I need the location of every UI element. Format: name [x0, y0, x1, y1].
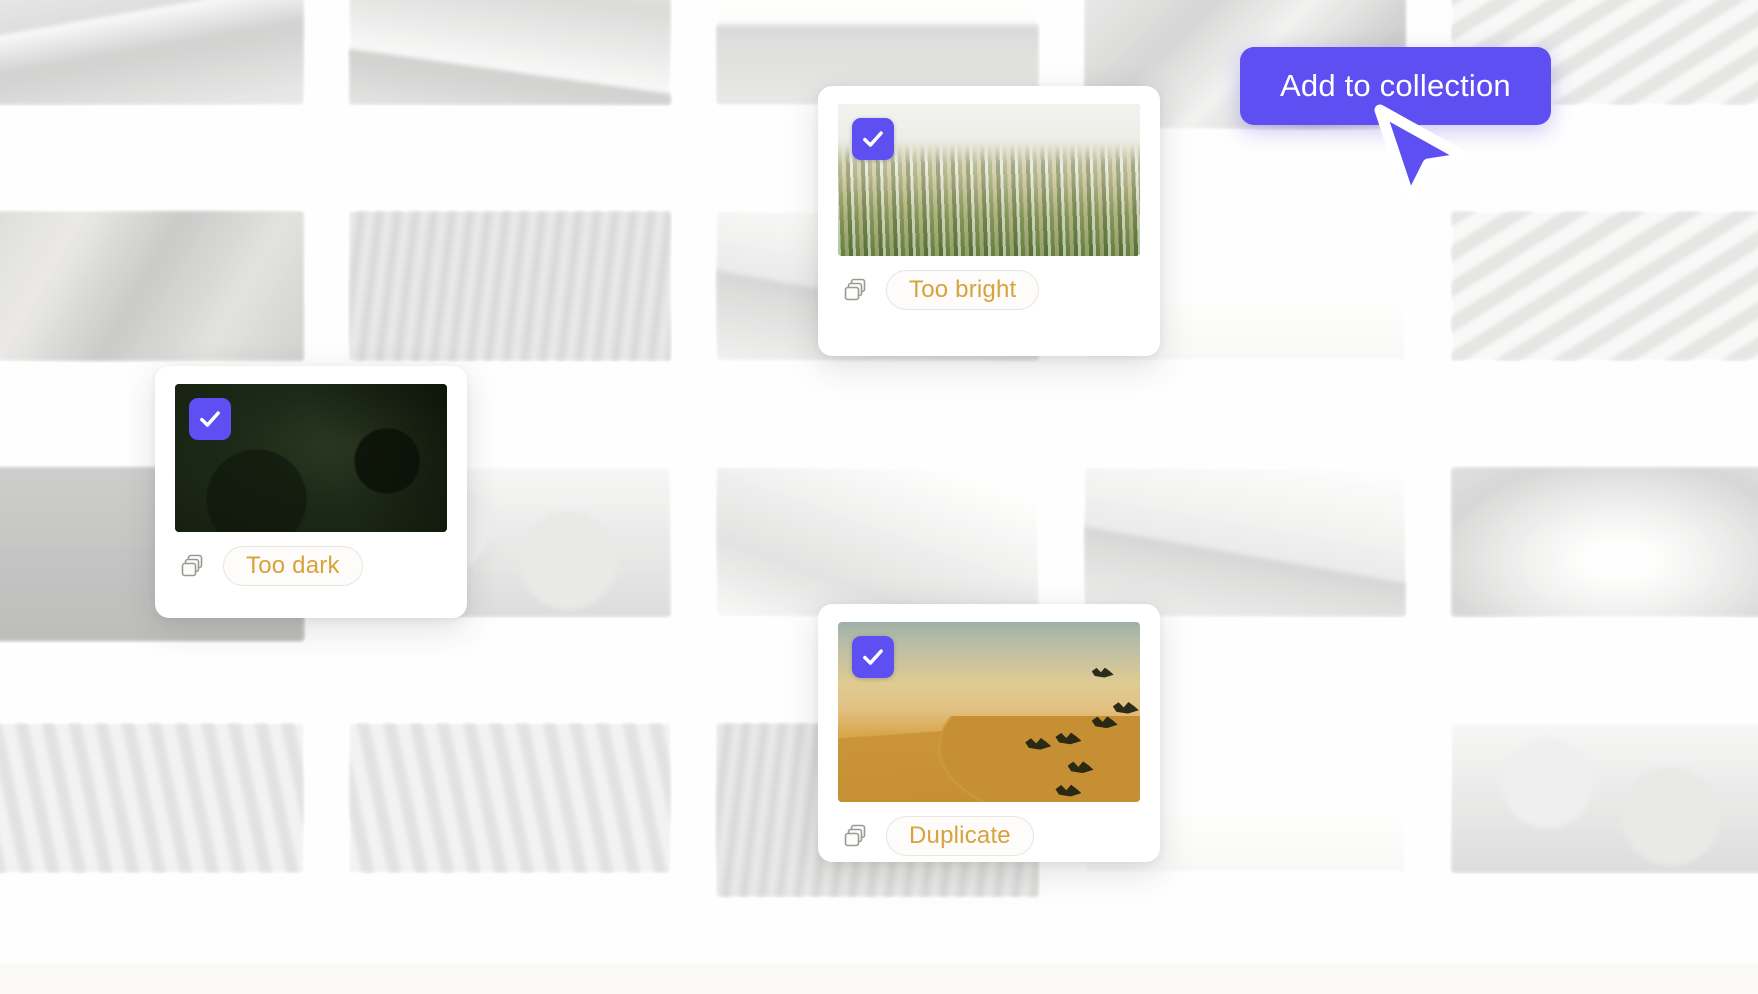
- bird-shape: [1055, 732, 1082, 745]
- stacked-layers-icon[interactable]: [844, 824, 870, 848]
- background-photo-cell[interactable]: [1430, 452, 1758, 708]
- bird-shape: [1091, 667, 1114, 678]
- stacked-layers-icon: [717, 389, 734, 406]
- checkmark-icon: [863, 131, 883, 147]
- bird-shape: [1055, 784, 1082, 797]
- stacked-layers-icon: [1453, 901, 1469, 918]
- stacked-layers-icon: [1453, 133, 1469, 150]
- background-photo-cell[interactable]: [0, 708, 328, 964]
- stacked-layers-icon: [0, 901, 2, 919]
- background-thumbnail[interactable]: [1082, 466, 1408, 618]
- background-thumbnail[interactable]: [0, 0, 305, 106]
- status-tag-duplicate[interactable]: Duplicate: [886, 816, 1034, 856]
- card-photo[interactable]: [175, 384, 447, 532]
- stacked-layers-icon: [717, 645, 734, 662]
- background-thumbnail[interactable]: [0, 722, 305, 874]
- selection-checkbox-too-dark[interactable]: [189, 398, 231, 440]
- card-footer: Too bright: [838, 270, 1140, 310]
- stacked-layers-icon: [350, 901, 366, 918]
- status-tag-too-bright[interactable]: Too bright: [886, 270, 1040, 310]
- bird-shape: [1112, 701, 1139, 714]
- background-thumbnail[interactable]: [347, 0, 673, 106]
- background-photo-cell[interactable]: [1430, 708, 1758, 964]
- background-photo-cell[interactable]: [1430, 196, 1758, 452]
- background-photo-cell[interactable]: [327, 708, 696, 964]
- checkmark-icon: [200, 411, 220, 427]
- stacked-layers-icon[interactable]: [844, 278, 870, 302]
- stacked-layers-icon: [350, 133, 366, 150]
- background-thumbnail[interactable]: [1450, 466, 1758, 618]
- selection-checkbox-too-bright[interactable]: [852, 118, 894, 160]
- selection-checkbox-duplicate[interactable]: [852, 636, 894, 678]
- bird-shape: [1025, 737, 1052, 750]
- card-photo[interactable]: [838, 622, 1140, 802]
- background-thumbnail[interactable]: [715, 466, 1040, 618]
- stacked-layers-icon[interactable]: [181, 554, 207, 578]
- stacked-layers-icon: [717, 133, 734, 150]
- bird-shape: [1067, 761, 1094, 774]
- bird-shape: [1091, 716, 1118, 729]
- background-photo-cell[interactable]: [327, 0, 696, 196]
- gallery-screen: Too bright Too dark Duplicate Add to col…: [0, 0, 1758, 994]
- card-photo[interactable]: [838, 104, 1140, 256]
- photo-card-too-dark[interactable]: Too dark: [155, 366, 467, 618]
- stacked-layers-icon: [1453, 389, 1469, 406]
- stacked-layers-icon: [350, 645, 366, 662]
- background-thumbnail[interactable]: [1450, 722, 1758, 874]
- add-to-collection-button[interactable]: Add to collection: [1240, 47, 1551, 125]
- card-footer: Too dark: [175, 546, 447, 586]
- background-thumbnail[interactable]: [0, 210, 305, 362]
- checkmark-icon: [863, 649, 883, 665]
- background-thumbnail[interactable]: [347, 210, 673, 362]
- photo-card-duplicate[interactable]: Duplicate: [818, 604, 1160, 862]
- status-tag-too-dark[interactable]: Too dark: [223, 546, 363, 586]
- stacked-layers-icon: [717, 901, 734, 918]
- stacked-layers-icon: [1453, 645, 1469, 662]
- background-thumbnail[interactable]: [347, 722, 673, 874]
- background-thumbnail[interactable]: [1450, 210, 1758, 362]
- background-photo-cell[interactable]: [0, 0, 328, 196]
- card-footer: Duplicate: [838, 816, 1140, 856]
- photo-card-too-bright[interactable]: Too bright: [818, 86, 1160, 356]
